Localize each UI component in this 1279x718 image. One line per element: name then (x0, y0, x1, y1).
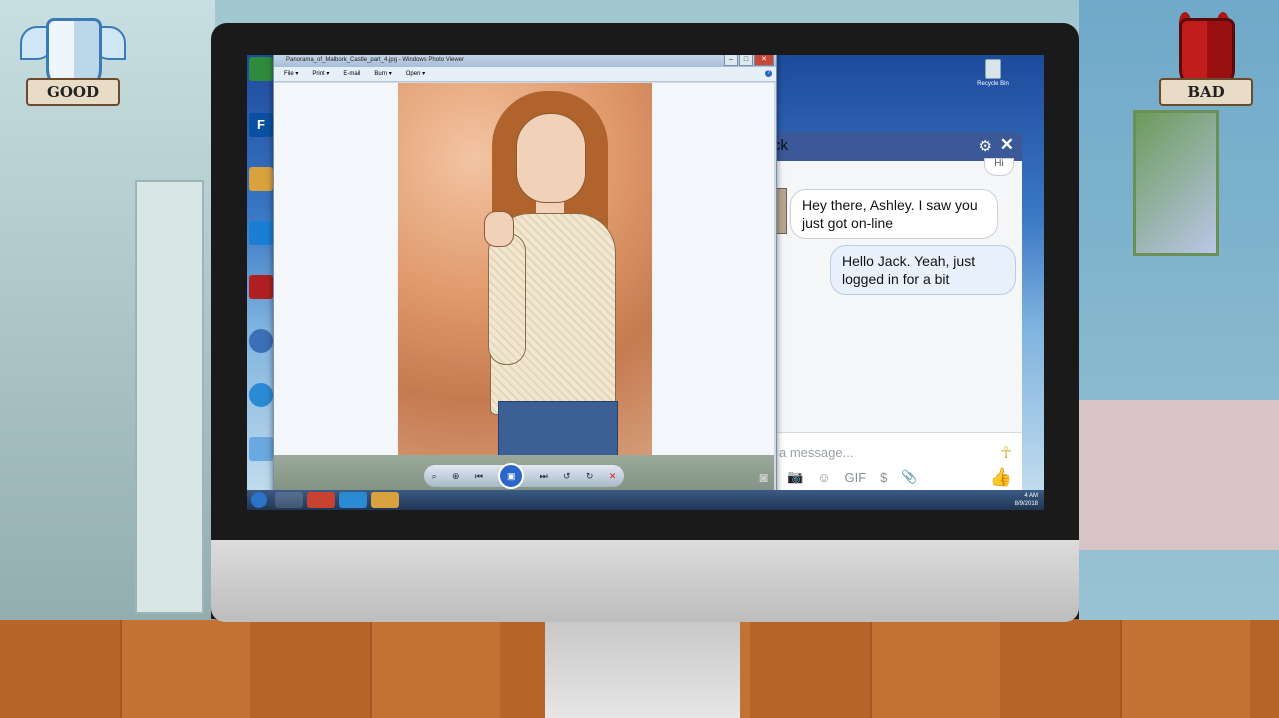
chat-toolbar: 📷 ☺ GIF $ 📎 (787, 469, 918, 485)
rotate-right-icon[interactable]: ↻ (586, 471, 594, 482)
monitor-chin (211, 540, 1079, 622)
window-controls: – □ ✕ (724, 55, 774, 66)
photo-viewer-menu: File ▾ Print ▾ E-mail Burn ▾ Open ▾ ? (274, 67, 776, 82)
photo-viewer-title: Panorama_of_Malbork_Castle_part_4.jpg - … (286, 57, 464, 63)
close-icon[interactable]: ✕ (1000, 135, 1014, 155)
desktop-screen: F Recycle Bin ck ⚙ ✕ Hi Hey there, Ashle… (247, 55, 1044, 510)
menu-burn[interactable]: Burn ▾ (374, 67, 391, 81)
photo-viewer-titlebar: Panorama_of_Malbork_Castle_part_4.jpg - … (274, 55, 776, 67)
minimize-button[interactable]: – (724, 55, 738, 66)
photo-face (516, 113, 586, 203)
rotate-left-icon[interactable]: ↺ (563, 471, 571, 482)
start-button[interactable] (251, 492, 267, 508)
chat-header: ck ⚙ ✕ (773, 132, 1022, 161)
photo-hand (484, 211, 514, 247)
photo-of-woman (398, 83, 652, 455)
menu-file[interactable]: File ▾ (284, 67, 298, 81)
help-icon[interactable]: ? (765, 70, 772, 77)
bad-label: BAD (1159, 78, 1253, 106)
playback-controls: ⌕ ⊕ ⏮ ▣ ⏭ ↺ ↻ ✕ (424, 463, 624, 489)
photo-display-area (274, 83, 774, 455)
incoming-message: Hey there, Ashley. I saw you just got on… (790, 189, 998, 239)
emoji-icon[interactable]: ☺ (817, 470, 830, 485)
itunes-icon[interactable] (249, 437, 273, 461)
mozilla-thunderbird-icon[interactable] (249, 329, 273, 353)
gear-icon[interactable]: ⚙ (979, 137, 992, 155)
taskbar-folder-icon[interactable] (371, 492, 399, 508)
attachment-icon[interactable]: 📎 (901, 469, 917, 485)
camera-icon[interactable]: ◙ (760, 469, 768, 485)
good-meter-badge: GOOD (16, 8, 126, 118)
fs-icon[interactable]: F (249, 113, 273, 137)
good-label: GOOD (26, 78, 120, 106)
maximize-button[interactable]: □ (739, 55, 753, 66)
taskbar-skype-icon[interactable] (339, 492, 367, 508)
taskbar: 4 AM 8/9/2018 (247, 490, 1044, 510)
outgoing-message: Hello Jack. Yeah, just logged in for a b… (830, 245, 1016, 295)
photo-viewer-window: Panorama_of_Malbork_Castle_part_4.jpg - … (273, 55, 777, 498)
monitor-stand (545, 622, 740, 718)
bad-meter-badge: BAD (1149, 8, 1259, 118)
slideshow-button[interactable]: ▣ (498, 463, 525, 489)
recycle-bin-icon (985, 59, 1001, 79)
menu-print[interactable]: Print ▾ (312, 67, 329, 81)
photo-jeans (498, 401, 618, 455)
chat-window: ck ⚙ ✕ Hi Hey there, Ashley. I saw you j… (769, 132, 1022, 500)
taskbar-explorer-icon[interactable] (275, 492, 303, 508)
zoom-icon[interactable]: ⌕ (432, 471, 437, 482)
bookshelf (135, 180, 204, 614)
photo-arm (488, 233, 526, 365)
close-button[interactable]: ✕ (754, 55, 774, 66)
avg-icon[interactable] (249, 57, 273, 81)
actual-size-icon[interactable]: ⊕ (452, 471, 460, 482)
menu-email[interactable]: E-mail (343, 67, 360, 81)
malwarebytes-icon[interactable] (249, 275, 273, 299)
recycle-bin-label: Recycle Bin (977, 81, 1009, 87)
menu-open[interactable]: Open ▾ (406, 67, 425, 81)
delete-icon[interactable]: ✕ (609, 471, 617, 482)
clock-date: 8/9/2018 (1014, 501, 1038, 507)
teamviewer-icon[interactable] (249, 221, 273, 245)
next-icon[interactable]: ⏭ (540, 471, 548, 482)
ankh-icon[interactable]: ☥ (1000, 443, 1012, 463)
folder-icon[interactable] (249, 167, 273, 191)
system-clock[interactable]: 4 AM 8/9/2018 (1015, 492, 1038, 508)
payment-icon[interactable]: $ (880, 470, 887, 485)
gif-button[interactable]: GIF (844, 470, 866, 485)
wall-painting (1133, 110, 1219, 256)
taskbar-chrome-icon[interactable] (307, 492, 335, 508)
bed (1079, 400, 1279, 550)
previous-message-bubble: Hi (984, 158, 1014, 176)
like-icon[interactable]: 👍 (990, 467, 1012, 488)
previous-icon[interactable]: ⏮ (475, 471, 483, 482)
recycle-bin[interactable]: Recycle Bin (973, 59, 1013, 87)
camera-icon[interactable]: 📷 (787, 469, 803, 485)
message-input[interactable]: a message... (779, 445, 853, 460)
quicktime-icon[interactable] (249, 383, 273, 407)
clock-time: 4 AM (1024, 493, 1038, 499)
